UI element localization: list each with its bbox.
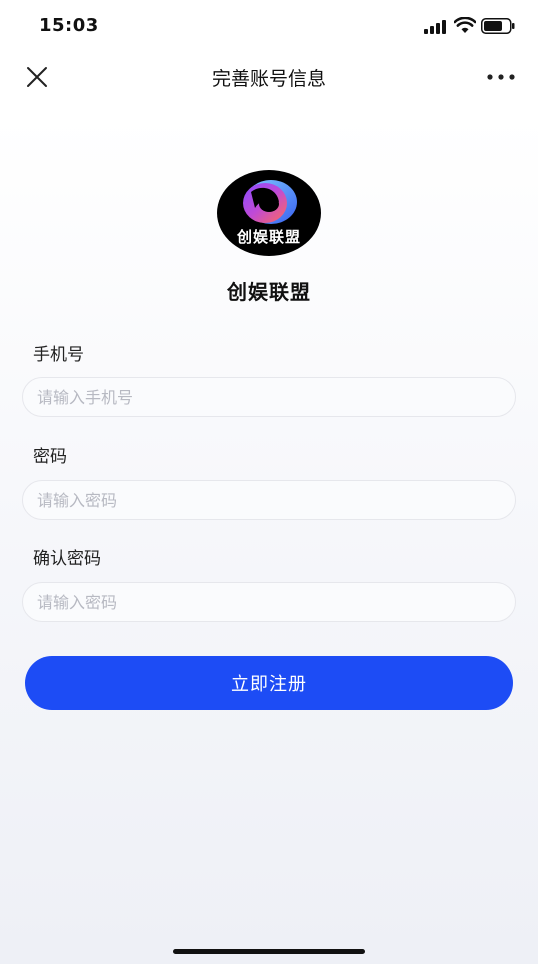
register-button[interactable]: 立即注册 bbox=[25, 656, 513, 710]
battery-icon bbox=[481, 18, 515, 34]
home-indicator[interactable] bbox=[173, 949, 365, 954]
logo-text: 创娱联盟 bbox=[236, 228, 301, 246]
password-input[interactable] bbox=[22, 480, 516, 520]
app-logo: 创娱联盟 bbox=[217, 170, 321, 256]
status-bar: 15:03 bbox=[0, 0, 538, 52]
confirm-password-input[interactable] bbox=[22, 582, 516, 622]
password-label: 密码 bbox=[33, 447, 67, 467]
confirm-password-label: 确认密码 bbox=[33, 549, 101, 569]
phone-input[interactable] bbox=[22, 377, 516, 417]
more-icon[interactable] bbox=[486, 68, 516, 86]
phone-label: 手机号 bbox=[33, 345, 84, 365]
signal-icon bbox=[424, 20, 446, 34]
page-title: 完善账号信息 bbox=[211, 68, 326, 90]
wifi-icon bbox=[454, 17, 476, 33]
nav-bar: 完善账号信息 bbox=[0, 52, 538, 100]
app-name: 创娱联盟 bbox=[227, 280, 311, 304]
status-time: 15:03 bbox=[39, 15, 99, 36]
